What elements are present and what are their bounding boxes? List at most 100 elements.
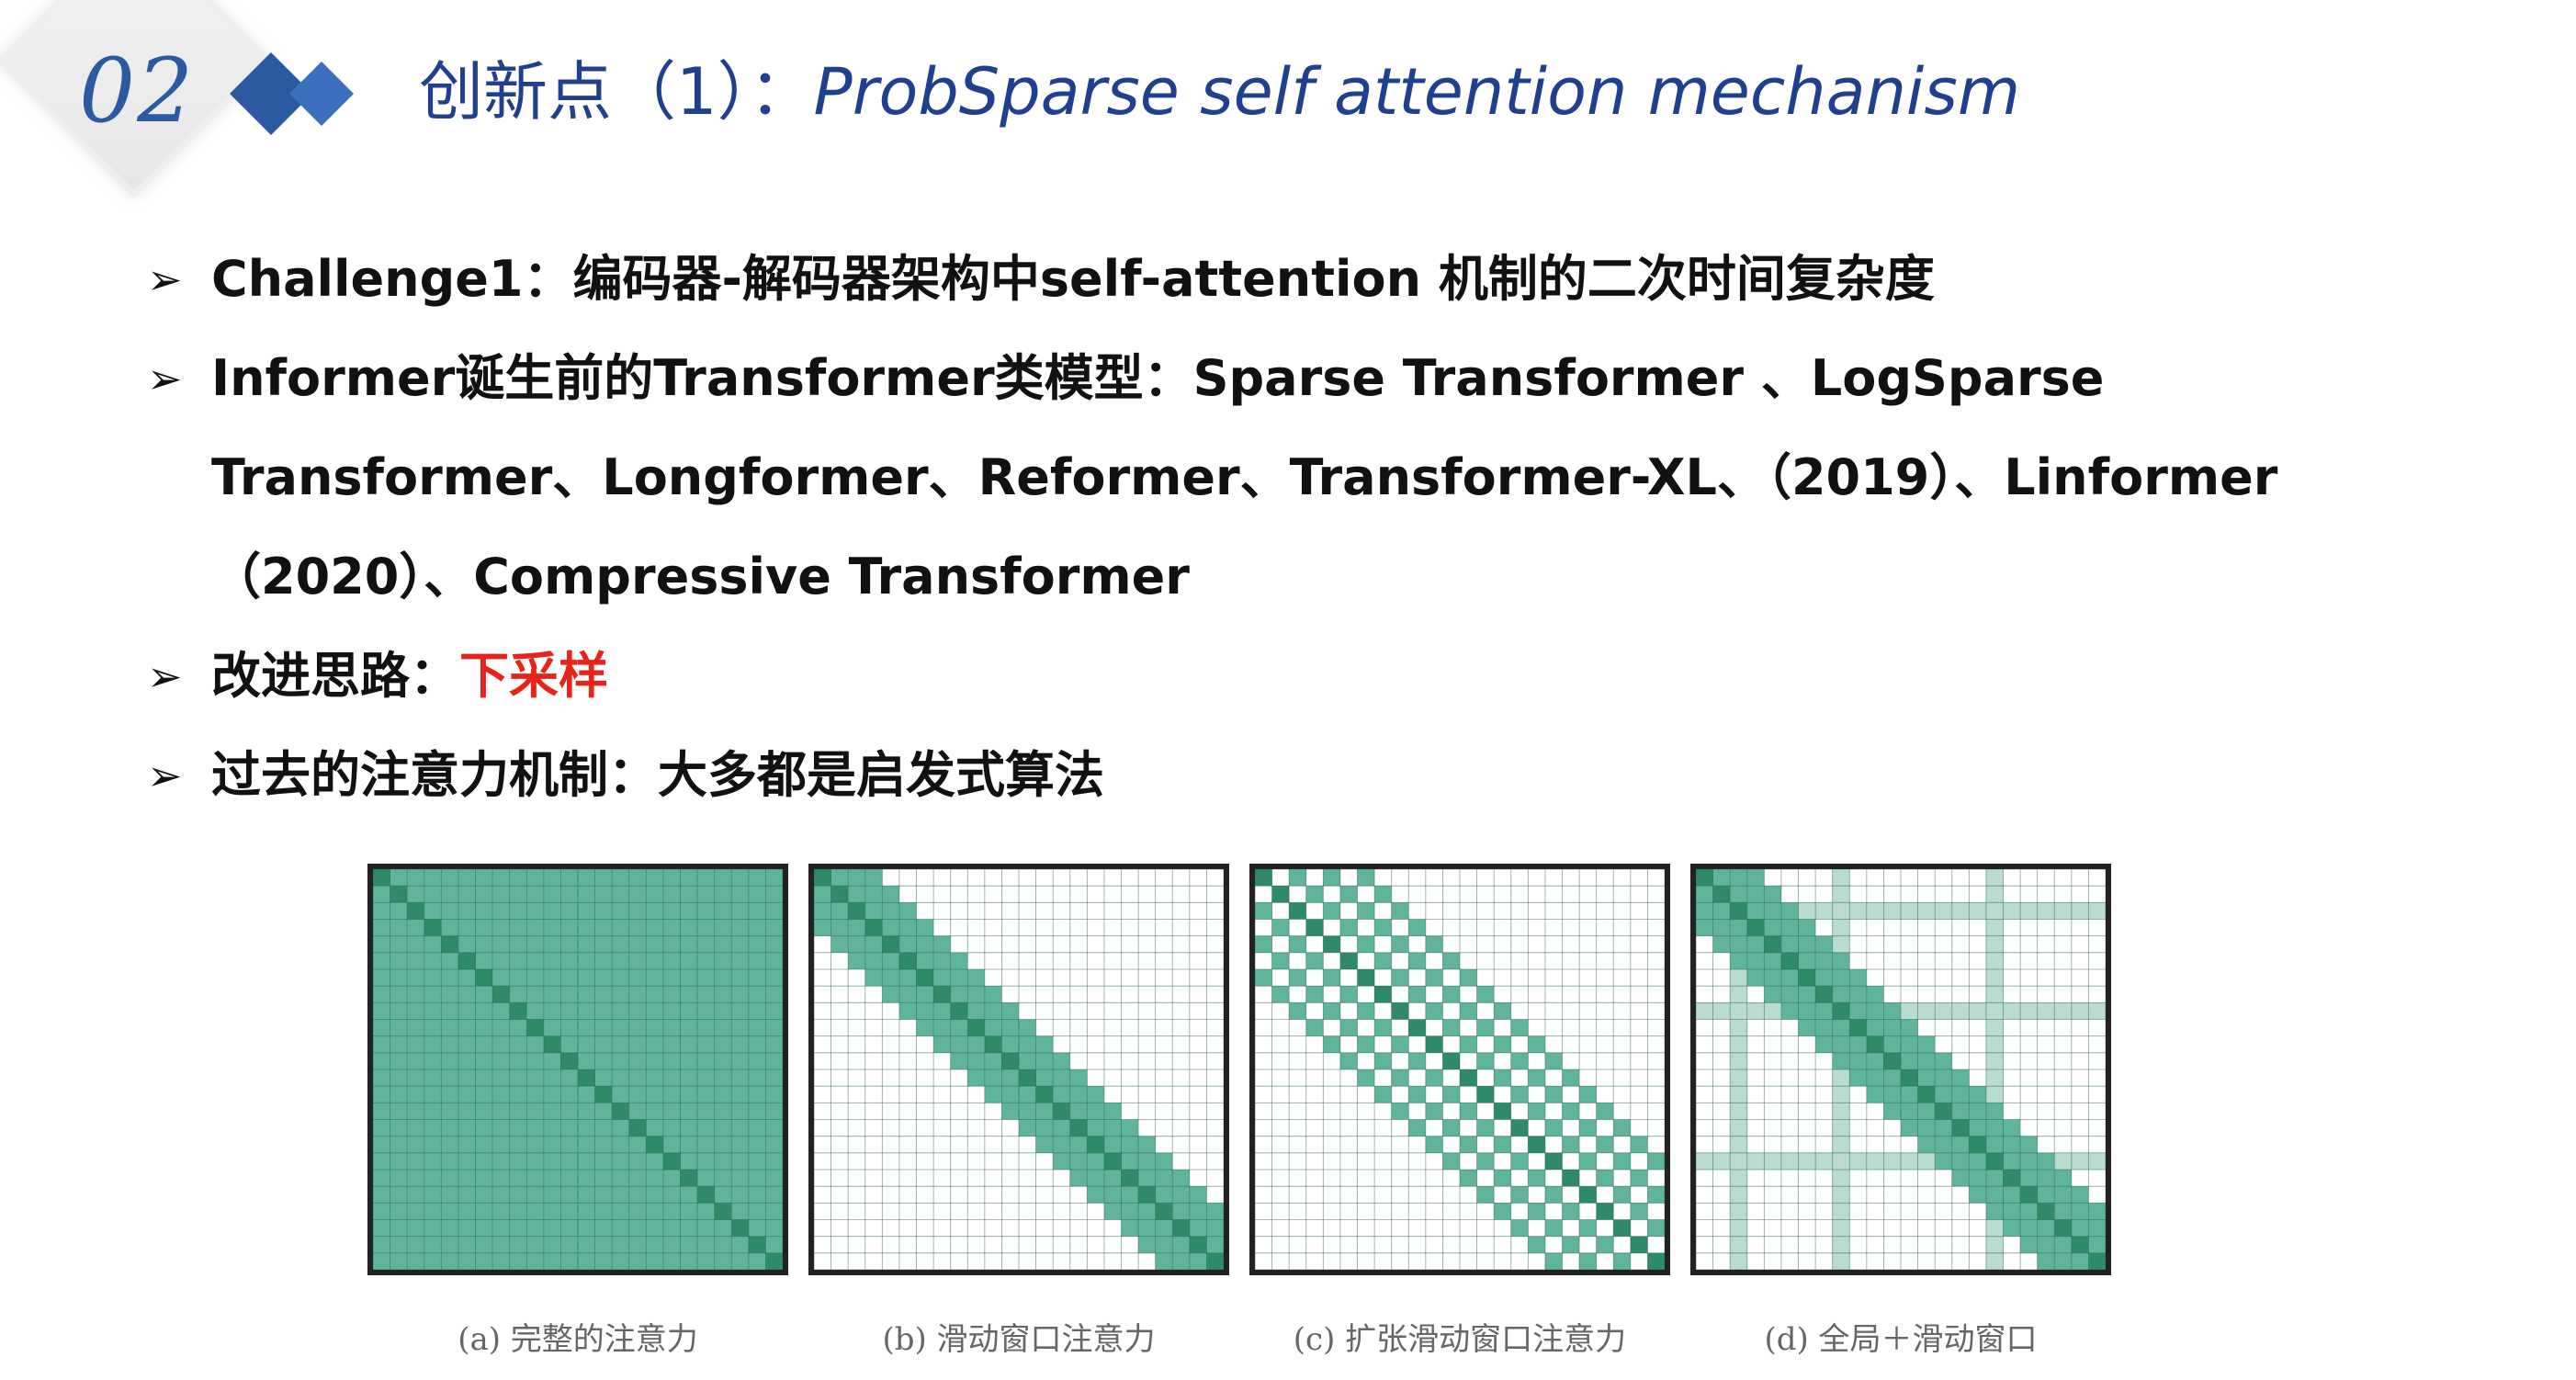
- attention-cell: [1849, 1052, 1867, 1069]
- attention-cell: [612, 1170, 629, 1187]
- attention-cell: [526, 952, 544, 969]
- bullet-item: ➢ 过去的注意力机制：大多都是启发式算法: [147, 726, 2444, 825]
- attention-cell: [594, 1219, 613, 1237]
- attention-cell: [594, 1136, 613, 1153]
- panel-dilated-sliding-window: [1249, 864, 1670, 1275]
- attention-cell: [1579, 1186, 1597, 1204]
- attention-cell: [628, 1203, 647, 1220]
- attention-cell: [950, 1019, 968, 1036]
- attention-cell: [1883, 902, 1901, 920]
- attention-cell: [1917, 1052, 1936, 1069]
- attention-cell: [1951, 1152, 1970, 1170]
- attention-cell: [1544, 1086, 1563, 1103]
- attention-cell: [492, 1203, 510, 1220]
- attention-cell: [1917, 1035, 1936, 1053]
- attention-cell: [424, 986, 442, 1003]
- attention-cell: [1442, 1086, 1460, 1103]
- attention-cell: [1323, 1002, 1340, 1020]
- attention-cell: [2003, 1219, 2021, 1237]
- attention-cell: [1019, 1069, 1036, 1087]
- attention-cell: [543, 1186, 561, 1204]
- attention-cell: [697, 1203, 715, 1220]
- attention-cell: [765, 1203, 783, 1220]
- attention-cell: [390, 902, 408, 920]
- bullet-arrow-icon: ➢: [147, 651, 183, 701]
- attention-cell: [2071, 1236, 2089, 1253]
- attention-cell: [1019, 1086, 1036, 1103]
- attention-cell: [1730, 969, 1747, 987]
- attention-cell: [594, 1252, 613, 1270]
- attention-cell: [612, 1219, 629, 1237]
- attention-cell: [680, 886, 698, 903]
- attention-cell: [1901, 1019, 1918, 1036]
- attention-cell: [864, 919, 883, 936]
- attention-cell: [646, 1052, 663, 1069]
- attention-cell: [560, 919, 578, 936]
- attention-cell: [1155, 1252, 1173, 1270]
- attention-cell: [731, 1035, 749, 1053]
- attention-cell: [407, 919, 424, 936]
- attention-cell: [424, 1052, 442, 1069]
- attention-cell: [1985, 1002, 2004, 1020]
- dilated-sliding-window-matrix: [1249, 864, 1670, 1275]
- attention-cell: [1969, 1086, 1986, 1103]
- attention-cell: [646, 1103, 663, 1120]
- attention-cell: [594, 986, 613, 1003]
- attention-cell: [578, 869, 595, 887]
- attention-cell: [646, 1136, 663, 1153]
- attention-cell: [1425, 1035, 1443, 1053]
- attention-cell: [731, 1052, 749, 1069]
- attention-cell: [441, 1086, 458, 1103]
- attention-cell: [560, 886, 578, 903]
- attention-cell: [1374, 919, 1392, 936]
- attention-cell: [407, 1219, 424, 1237]
- attention-cell: [765, 1086, 783, 1103]
- attention-cell: [1730, 1236, 1747, 1253]
- attention-cell: [492, 1186, 510, 1204]
- attention-cell: [1305, 919, 1324, 936]
- attention-cell: [1425, 1002, 1443, 1020]
- attention-cell: [1832, 902, 1850, 920]
- caption-b: (b) 滑动窗口注意力: [882, 1321, 1156, 1358]
- attention-cell: [492, 1052, 510, 1069]
- attention-cell: [509, 1203, 527, 1220]
- attention-cell: [748, 886, 766, 903]
- attention-cell: [1460, 969, 1477, 987]
- attention-cell: [1832, 1119, 1850, 1137]
- attention-cell: [1969, 1103, 1986, 1120]
- attention-cell: [1206, 1236, 1224, 1253]
- attention-cell: [441, 1035, 458, 1053]
- attention-cell: [1528, 1136, 1545, 1153]
- attention-cell: [967, 1052, 985, 1069]
- attention-cell: [407, 969, 424, 987]
- attention-cell: [731, 902, 749, 920]
- attention-cell: [560, 1203, 578, 1220]
- attention-cell: [1460, 1136, 1477, 1153]
- attention-cell: [680, 1002, 698, 1020]
- attention-cell: [646, 1203, 663, 1220]
- attention-cell: [543, 952, 561, 969]
- attention-cell: [1053, 1052, 1070, 1069]
- attention-cell: [594, 886, 613, 903]
- attention-cell: [560, 1069, 578, 1087]
- attention-cell: [1053, 1119, 1070, 1137]
- attention-cell: [2003, 1186, 2021, 1204]
- attention-cell: [646, 886, 663, 903]
- attention-cell: [578, 1236, 595, 1253]
- attention-cell: [475, 1252, 493, 1270]
- attention-cell: [1510, 1152, 1529, 1170]
- attention-cell: [1579, 1119, 1597, 1137]
- attention-cell: [492, 986, 510, 1003]
- attention-cell: [424, 1252, 442, 1270]
- attention-cell: [731, 952, 749, 969]
- attention-cell: [1069, 1119, 1088, 1137]
- attention-cell: [1206, 1252, 1224, 1270]
- attention-cell: [967, 1002, 985, 1020]
- attention-cell: [390, 1035, 408, 1053]
- attention-cell: [1696, 902, 1713, 920]
- attention-cell: [1815, 1019, 1833, 1036]
- attention-cell: [748, 1186, 766, 1204]
- attention-cell: [1832, 1002, 1850, 1020]
- attention-cell: [731, 1103, 749, 1120]
- attention-cell: [509, 1152, 527, 1170]
